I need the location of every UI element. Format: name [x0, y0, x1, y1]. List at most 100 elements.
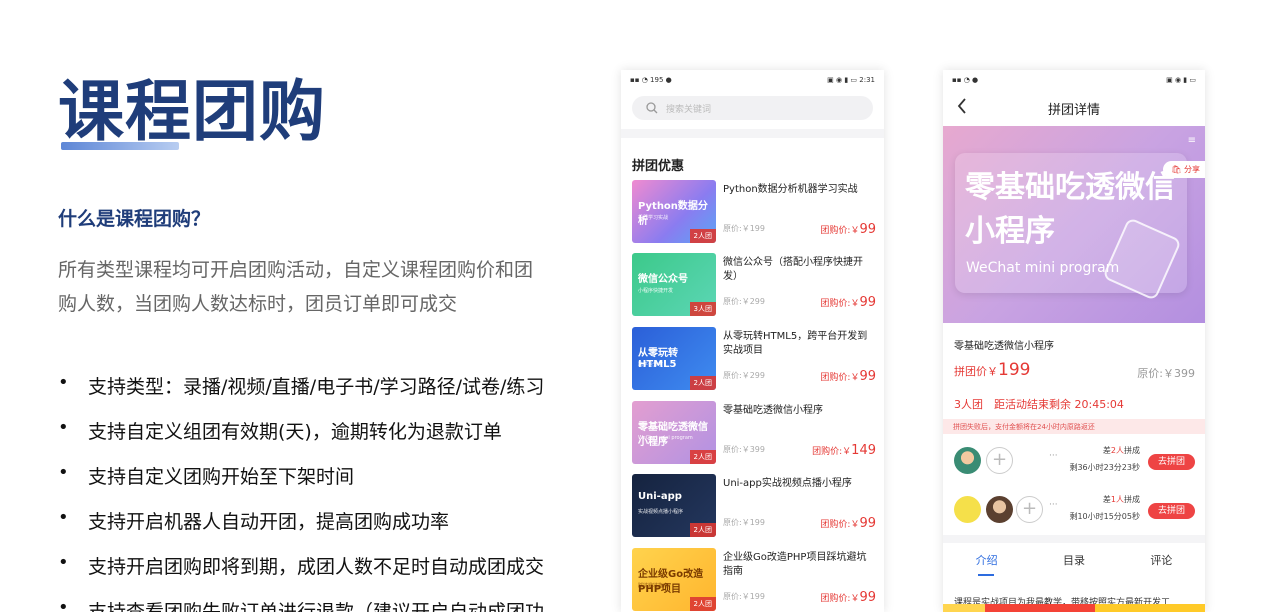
more-indicator: ··· — [1049, 500, 1058, 510]
feature-item: 支持自定义团购开始至下架时间 — [58, 462, 578, 507]
tab-intro[interactable]: 介绍 — [976, 552, 998, 576]
original-price: 原价:￥199 — [723, 224, 765, 233]
group-price: 团购价:￥99 — [820, 222, 876, 237]
course-name: Uni-app实战视频点播小程序 — [723, 478, 852, 489]
course-item[interactable]: 企业级Go改造PHP项目 踩坑避坑指南 2人团 企业级Go改造PHP项目踩坑避坑指南原… — [632, 548, 876, 612]
menu-icon[interactable]: ≡ — [1188, 135, 1196, 146]
join-group-button[interactable]: 去拼团 — [1148, 454, 1195, 470]
group-price: 团购价:￥99 — [820, 590, 876, 605]
status-bar: ▪▪ ◔ 195 ● ▣ ◉ ▮ ▭ 2:31 — [621, 70, 884, 90]
course-thumbnail: Uni-app 实战视频点播小程序 2人团 — [632, 474, 716, 537]
group-price: 团购价:￥99 — [820, 295, 876, 310]
course-name: Python数据分析机器学习实战 — [723, 184, 858, 195]
thumbnail-subtitle: 实战视频点播小程序 — [638, 509, 684, 515]
section-subtitle: 什么是课程团购？ — [58, 208, 211, 230]
group-price: 团购价:￥99 — [820, 369, 876, 384]
group-row: + ··· 差1人拼成 剩10小时15分05秒 去拼团 — [943, 491, 1205, 531]
group-row: + ··· 差2人拼成 剩36小时23分23秒 去拼团 — [943, 442, 1205, 482]
more-indicator: ··· — [1049, 451, 1058, 461]
group-price: 团购价:￥99 — [820, 516, 876, 531]
add-member-icon[interactable]: + — [986, 447, 1013, 474]
add-member-icon[interactable]: + — [1016, 496, 1043, 523]
course-name: 从零玩转HTML5，跨平台开发到实战项目 — [723, 331, 868, 356]
title-underline — [61, 142, 179, 150]
thumbnail-title: 企业级Go改造PHP项目 — [638, 569, 704, 595]
thumbnail-subtitle: 跨平台开发 — [638, 362, 664, 368]
signal-icon: ▪▪ ◔ ● — [952, 76, 979, 84]
original-price: 原价:￥199 — [723, 518, 765, 527]
course-item[interactable]: Uni-app 实战视频点播小程序 2人团 Uni-app实战视频点播小程序 原价:￥1… — [632, 474, 876, 538]
group-countdown: 3人团 距活动结束剩余 20:45:04 — [954, 398, 1124, 411]
join-group-button[interactable]: 去拼团 — [1148, 503, 1195, 519]
separator — [621, 129, 884, 138]
thumbnail-title: Python数据分析 — [638, 201, 708, 227]
share-icon: 🛍 — [1171, 165, 1182, 174]
course-thumbnail: 企业级Go改造PHP项目 踩坑避坑指南 2人团 — [632, 548, 716, 611]
thumbnail-subtitle: WeChat mini program — [638, 435, 693, 441]
share-button[interactable]: 🛍 分享 — [1163, 161, 1205, 178]
original-price: 原价:￥299 — [723, 371, 765, 380]
avatar — [954, 447, 981, 474]
original-price: 原价:￥399 — [1137, 367, 1195, 380]
detail-tabs: 介绍 目录 评论 — [943, 552, 1205, 576]
separator — [943, 535, 1205, 543]
search-input[interactable]: 搜索关键词 — [632, 96, 873, 120]
feature-item: 支持查看团购失败订单进行退款（建议开启自动成团功 — [58, 597, 578, 612]
tab-catalog[interactable]: 目录 — [1063, 552, 1085, 568]
bottom-action-bar[interactable] — [943, 604, 1205, 612]
thumbnail-title: Uni-app — [638, 491, 682, 502]
group-size-badge: 2人团 — [689, 450, 716, 464]
status-right: ▣ ◉ ▮ ▭ 2:31 — [827, 76, 875, 84]
thumbnail-subtitle: 机器学习实战 — [638, 215, 669, 221]
course-thumbnail: 微信公众号小程序快捷开发 3人团 — [632, 253, 716, 316]
search-placeholder: 搜索关键词 — [666, 104, 712, 115]
feature-item: 支持开启机器人自动开团，提高团购成功率 — [58, 507, 578, 552]
status-bar: ▪▪ ◔ ● ▣ ◉ ▮ ▭ — [943, 70, 1205, 90]
course-thumbnail: 从零玩转HTML5 跨平台开发 2人团 — [632, 327, 716, 390]
course-item[interactable]: 从零玩转HTML5 跨平台开发 2人团 从零玩转HTML5，跨平台开发到实战项目 原价:… — [632, 327, 876, 391]
description-text: 所有类型课程均可开启团购活动，自定义课程团购价和团购人数，当团购人数达标时，团员… — [58, 259, 534, 315]
course-item[interactable]: 零基础吃透微信小程序 WeChat mini program 2人团 零基础吃透微信小… — [632, 401, 876, 465]
banner-subtitle: WeChat mini program — [966, 260, 1120, 276]
original-price: 原价:￥299 — [723, 297, 765, 306]
thumbnail-subtitle: 小程序快捷开发 — [638, 288, 674, 294]
course-banner: 零基础吃透微信小程序 WeChat mini program ≡ 🛍 分享 — [943, 126, 1205, 323]
feature-item: 支持类型：录播/视频/直播/电子书/学习路径/试卷/练习 — [58, 372, 578, 417]
feature-item: 支持开启团购即将到期，成团人数不足时自动成团成交 — [58, 552, 578, 597]
avatar — [986, 496, 1013, 523]
original-price: 原价:￥399 — [723, 445, 765, 454]
feature-list: 支持类型：录播/视频/直播/电子书/学习路径/试卷/练习 支持自定义组团有效期(… — [58, 372, 578, 612]
course-thumbnail: Python数据分析 机器学习实战 2人团 — [632, 180, 716, 243]
course-name: 微信公众号（搭配小程序快捷开发） — [723, 257, 863, 282]
nav-bar: 拼团详情 — [943, 90, 1205, 126]
course-name: 零基础吃透微信小程序 — [723, 405, 823, 416]
group-status: 差1人拼成 剩10小时15分05秒 — [1069, 495, 1140, 521]
group-price: 拼团价￥199 — [954, 360, 1031, 380]
course-item[interactable]: 微信公众号小程序快捷开发 3人团 微信公众号（搭配小程序快捷开发） 原价:￥299 团购… — [632, 253, 876, 317]
thumbnail-subtitle: 踩坑避坑指南 — [638, 583, 669, 589]
group-size-badge: 2人团 — [689, 229, 716, 243]
search-icon — [646, 102, 658, 114]
nav-title: 拼团详情 — [1047, 102, 1100, 118]
thumbnail-title: 微信公众号 — [638, 274, 688, 285]
course-name: 企业级Go改造PHP项目踩坑避坑指南 — [723, 552, 867, 577]
refund-notice: 拼团失败后，支付金额将在24小时内原路返还 — [943, 419, 1205, 434]
group-price: 团购价:￥149 — [812, 443, 876, 458]
phone-group-detail: ▪▪ ◔ ● ▣ ◉ ▮ ▭ 拼团详情 零基础吃透微信小程序 WeChat mi… — [943, 70, 1205, 612]
status-right: ▣ ◉ ▮ ▭ — [1166, 76, 1196, 84]
original-price: 原价:￥199 — [723, 592, 765, 601]
group-size-badge: 2人团 — [689, 523, 716, 537]
phone-group-buy-list: ▪▪ ◔ 195 ● ▣ ◉ ▮ ▭ 2:31 搜索关键词 拼团优惠 Pytho… — [621, 70, 884, 612]
group-size-badge: 2人团 — [689, 376, 716, 390]
signal-icon: ▪▪ ◔ 195 ● — [630, 76, 672, 84]
thumbnail-title: 零基础吃透微信小程序 — [638, 422, 708, 448]
page-title: 课程团购 — [58, 73, 326, 150]
feature-item: 支持自定义组团有效期(天)，逾期转化为退款订单 — [58, 417, 578, 462]
back-icon[interactable] — [957, 98, 967, 118]
tab-comments[interactable]: 评论 — [1150, 552, 1172, 568]
group-status: 差2人拼成 剩36小时23分23秒 — [1069, 446, 1140, 472]
course-name: 零基础吃透微信小程序 — [954, 341, 1054, 352]
avatar — [954, 496, 981, 523]
course-item[interactable]: Python数据分析 机器学习实战 2人团 Python数据分析机器学习实战 原价:￥1… — [632, 180, 876, 244]
group-size-badge: 3人团 — [689, 302, 716, 316]
